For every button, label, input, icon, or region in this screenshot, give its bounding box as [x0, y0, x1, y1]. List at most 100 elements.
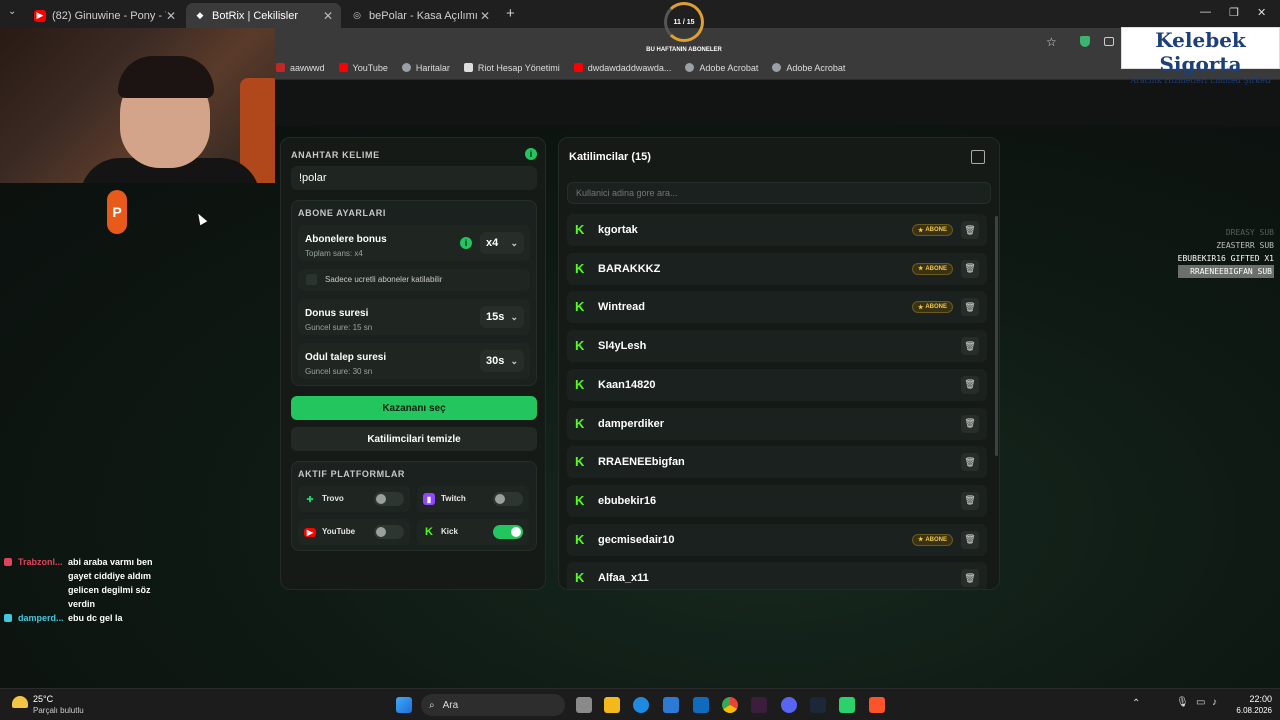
trash-icon[interactable]: 🗑	[961, 414, 979, 433]
trovo-toggle[interactable]	[374, 492, 404, 506]
bookmark-label: Adobe Acrobat	[786, 62, 846, 73]
participant-row[interactable]: Kdamperdiker 🗑	[567, 407, 987, 440]
bookmark-item[interactable]: Riot Hesap Yönetimi	[463, 63, 560, 73]
kick-icon: K	[575, 376, 585, 392]
chat-message: Trabzonl... abi araba varmı ben gayet cidd…	[4, 555, 153, 611]
hair-shape	[118, 56, 214, 98]
discord-icon[interactable]	[781, 697, 797, 713]
window-close-icon[interactable]: ✕	[1257, 6, 1266, 19]
sub-bonus-select[interactable]: x4 ⌄	[480, 232, 524, 254]
weather-desc: Parçalı bulutlu	[33, 706, 84, 715]
bookmark-item[interactable]: aawwwd	[276, 63, 325, 73]
bookmark-icon	[276, 63, 285, 72]
info-icon[interactable]: i	[460, 237, 472, 249]
tab-search-chevron-icon[interactable]: ⌄	[8, 6, 16, 17]
trash-icon[interactable]: 🗑	[961, 375, 979, 394]
bookmark-item[interactable]: YouTube	[338, 63, 388, 73]
participant-row[interactable]: Kgecmisedair10 ★ ABONE 🗑	[567, 523, 987, 556]
edge-icon[interactable]	[633, 697, 649, 713]
bookmark-item[interactable]: Adobe Acrobat	[685, 63, 758, 73]
bookmark-item[interactable]: Haritalar	[401, 63, 450, 73]
trash-icon[interactable]: 🗑	[961, 298, 979, 317]
kick-toggle[interactable]	[493, 525, 523, 539]
kick-icon	[4, 614, 12, 622]
participant-search-input[interactable]	[567, 182, 991, 204]
file-explorer-icon[interactable]	[604, 697, 620, 713]
shield-extension-icon[interactable]	[1080, 36, 1090, 47]
tab-bepolar[interactable]: ◎ bePolar - Kasa Açılımı ✕	[343, 3, 498, 28]
network-icon[interactable]: ▭	[1196, 697, 1205, 708]
participant-row[interactable]: K RRAENEEbigfan 🗑	[567, 446, 987, 479]
youtube-icon: ▶	[34, 9, 46, 22]
bonus-time-value: 15s	[486, 311, 505, 323]
star-icon[interactable]: ☆	[1046, 35, 1057, 49]
brave-icon[interactable]	[869, 697, 885, 713]
microphone-icon[interactable]: 🎙	[1176, 697, 1189, 708]
close-icon[interactable]: ✕	[323, 9, 333, 23]
trash-icon[interactable]: 🗑	[961, 453, 979, 472]
app-icon[interactable]	[751, 697, 767, 713]
botrix-icon: ◆	[196, 10, 204, 20]
platform-label: Trovo	[322, 494, 344, 503]
trash-icon[interactable]: 🗑	[961, 337, 979, 356]
paid-only-row[interactable]: Sadece ucretli aboneler katilabilir	[298, 269, 530, 291]
participant-row[interactable]: K BARAKKKZ ★ ABONE 🗑	[567, 252, 987, 285]
clear-participants-button[interactable]: Katilimcilari temizle	[291, 427, 537, 451]
claim-time-select[interactable]: 30s ⌄	[480, 350, 524, 372]
trash-icon[interactable]: 🗑	[961, 259, 979, 278]
minimize-icon[interactable]: —	[1200, 6, 1211, 18]
game-app-icon[interactable]	[839, 697, 855, 713]
new-tab-plus-icon[interactable]: +	[506, 5, 515, 22]
participant-row[interactable]: Kkgortak ★ ABONE 🗑	[567, 214, 987, 246]
scrollbar[interactable]	[995, 216, 998, 456]
trash-icon[interactable]: 🗑	[961, 221, 979, 239]
search-icon: ⌕	[429, 699, 435, 711]
chevron-up-icon[interactable]: ⌃	[1132, 698, 1140, 709]
close-icon[interactable]: ✕	[166, 9, 176, 23]
copy-icon[interactable]	[971, 150, 985, 164]
bookmark-item[interactable]: Adobe Acrobat	[772, 63, 845, 73]
participant-row[interactable]: Kebubekir16 🗑	[567, 484, 987, 517]
bonus-time-select[interactable]: 15s ⌄	[480, 306, 524, 328]
kick-icon: K	[575, 570, 585, 586]
maximize-icon[interactable]: ❐	[1229, 6, 1239, 19]
trash-icon[interactable]: 🗑	[961, 530, 979, 549]
twitch-toggle[interactable]	[493, 492, 523, 506]
youtube-toggle[interactable]	[374, 525, 404, 539]
trash-icon[interactable]: 🗑	[961, 491, 979, 510]
participant-row[interactable]: K Wintread ★ ABONE 🗑	[567, 291, 987, 324]
clock-time[interactable]: 22:00	[1238, 694, 1272, 704]
participant-row[interactable]: K Alfaa_x11 🗑	[567, 562, 987, 589]
taskbar-search[interactable]: ⌕ Ara	[421, 694, 565, 716]
bookmark-label: Adobe Acrobat	[699, 62, 759, 73]
chat-overlay: Trabzonl... abi araba varmı ben gayet cidd…	[4, 555, 153, 625]
chevron-down-icon: ⌄	[510, 355, 518, 366]
extension-icon[interactable]	[1104, 37, 1114, 46]
paid-only-checkbox[interactable]	[306, 274, 317, 285]
bonus-time-label: Donus suresi	[305, 308, 369, 319]
participant-row[interactable]: K Sl4yLesh 🗑	[567, 330, 987, 363]
settings-panel: ANAHTAR KELIME i !polar ABONE AYARLARI A…	[280, 137, 546, 590]
close-icon[interactable]: ✕	[480, 9, 490, 23]
task-view-icon[interactable]	[576, 697, 592, 713]
steam-icon[interactable]	[810, 697, 826, 713]
pick-winner-button[interactable]: Kazananı seç	[291, 396, 537, 420]
browser-tab-bar: ⌄ ▶ (82) Ginuwine - Pony - YouTube ✕ ◆ B…	[0, 0, 1280, 28]
clock-date[interactable]: 6.08.2026	[1222, 706, 1272, 715]
toggle-knob	[511, 527, 521, 537]
windows-start-icon[interactable]	[396, 697, 412, 713]
trash-icon[interactable]: 🗑	[961, 569, 979, 588]
mail-icon[interactable]	[693, 697, 709, 713]
sub-badge-label: ABONE	[925, 304, 947, 311]
platforms-section: AKTIF PLATFORMLAR ✚ Trovo ▮ Twitch ▶ You…	[291, 461, 537, 551]
volume-icon[interactable]: ♪	[1212, 697, 1217, 708]
chrome-icon[interactable]	[722, 697, 738, 713]
bookmark-item[interactable]: dwdawdaddwawda...	[573, 63, 671, 73]
tab-youtube[interactable]: ▶ (82) Ginuwine - Pony - YouTube ✕	[26, 3, 184, 28]
store-icon[interactable]	[663, 697, 679, 713]
participant-row[interactable]: K Kaan14820 🗑	[567, 368, 987, 401]
keyword-input[interactable]: !polar	[291, 166, 537, 190]
tab-botrix[interactable]: ◆ BotRix | Cekilisler ✕	[186, 3, 341, 28]
weather-icon[interactable]	[12, 696, 28, 708]
info-icon[interactable]: i	[525, 148, 537, 160]
